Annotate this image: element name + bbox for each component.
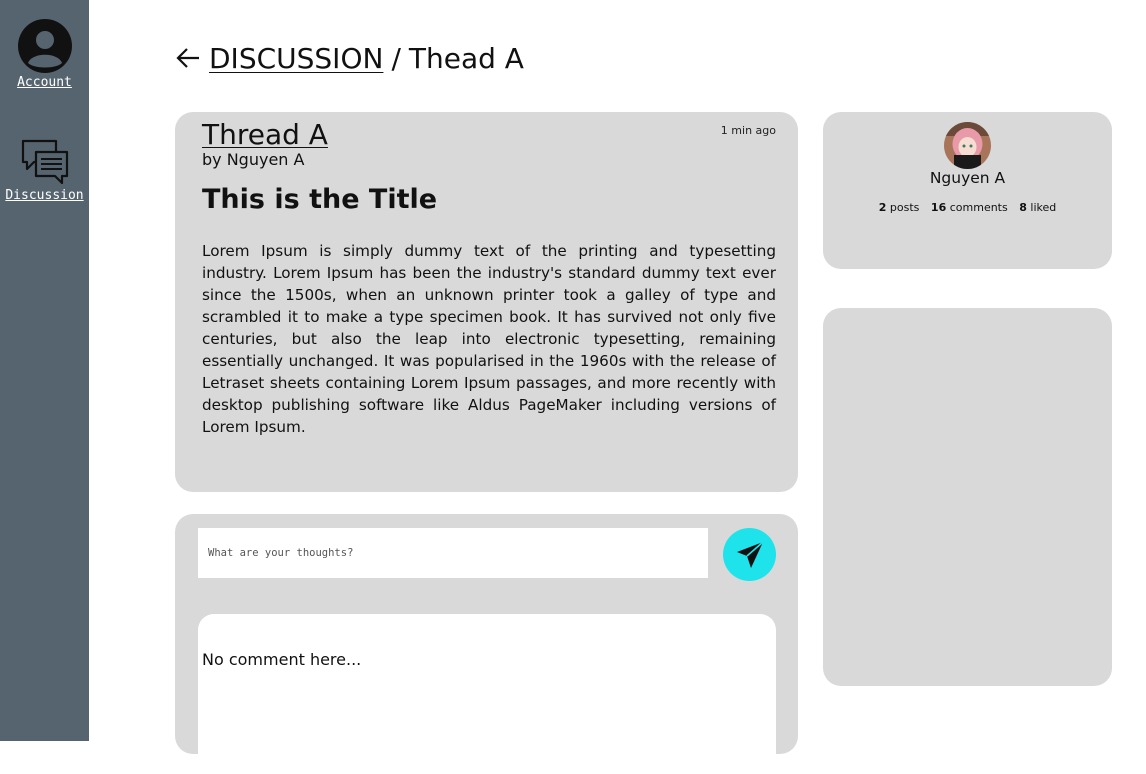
side-panel — [823, 308, 1112, 686]
comments-count: 16 — [930, 201, 947, 214]
profile-name: Nguyen A — [929, 169, 1006, 187]
post-title: This is the Title — [202, 184, 438, 215]
user-circle-icon — [17, 19, 72, 73]
sidebar-item-discussion[interactable]: Discussion — [0, 138, 89, 203]
liked-label: liked — [1030, 201, 1057, 214]
breadcrumb-current: Thead A — [408, 41, 524, 75]
profile-stats: 2 posts 16 comments 8 liked — [823, 201, 1112, 214]
posts-count: 2 — [878, 201, 887, 214]
thread-author: by Nguyen A — [202, 150, 305, 169]
liked-count: 8 — [1019, 201, 1027, 214]
breadcrumb-discussion-link[interactable]: DISCUSSION — [209, 42, 383, 75]
empty-comments-text: No comment here... — [202, 650, 362, 669]
breadcrumb: DISCUSSION / Thead A — [175, 38, 524, 78]
comments-label: comments — [949, 201, 1008, 214]
avatar-image — [944, 122, 991, 169]
comment-section: No comment here... — [175, 514, 798, 774]
avatar[interactable] — [944, 122, 991, 169]
sidebar: Account Discussion — [0, 0, 89, 741]
author-profile-card: Nguyen A 2 posts 16 comments 8 liked — [823, 112, 1112, 269]
post-body: Lorem Ipsum is simply dummy text of the … — [202, 242, 776, 436]
paper-plane-icon — [736, 540, 764, 568]
thread-card: Thread A by Nguyen A 1 min ago This is t… — [175, 112, 798, 492]
thread-timestamp: 1 min ago — [720, 124, 776, 137]
thread-name-link[interactable]: Thread A — [202, 118, 328, 151]
sidebar-item-account[interactable]: Account — [0, 19, 89, 90]
sidebar-item-label: Discussion — [5, 188, 84, 203]
sidebar-item-label: Account — [17, 75, 72, 90]
send-button[interactable] — [723, 528, 776, 581]
arrow-left-icon[interactable] — [175, 45, 201, 71]
breadcrumb-separator: / — [391, 41, 401, 75]
posts-label: posts — [889, 201, 920, 214]
comments-list: No comment here... — [198, 614, 776, 774]
comment-input[interactable] — [198, 528, 708, 578]
chat-bubbles-icon — [21, 139, 68, 185]
